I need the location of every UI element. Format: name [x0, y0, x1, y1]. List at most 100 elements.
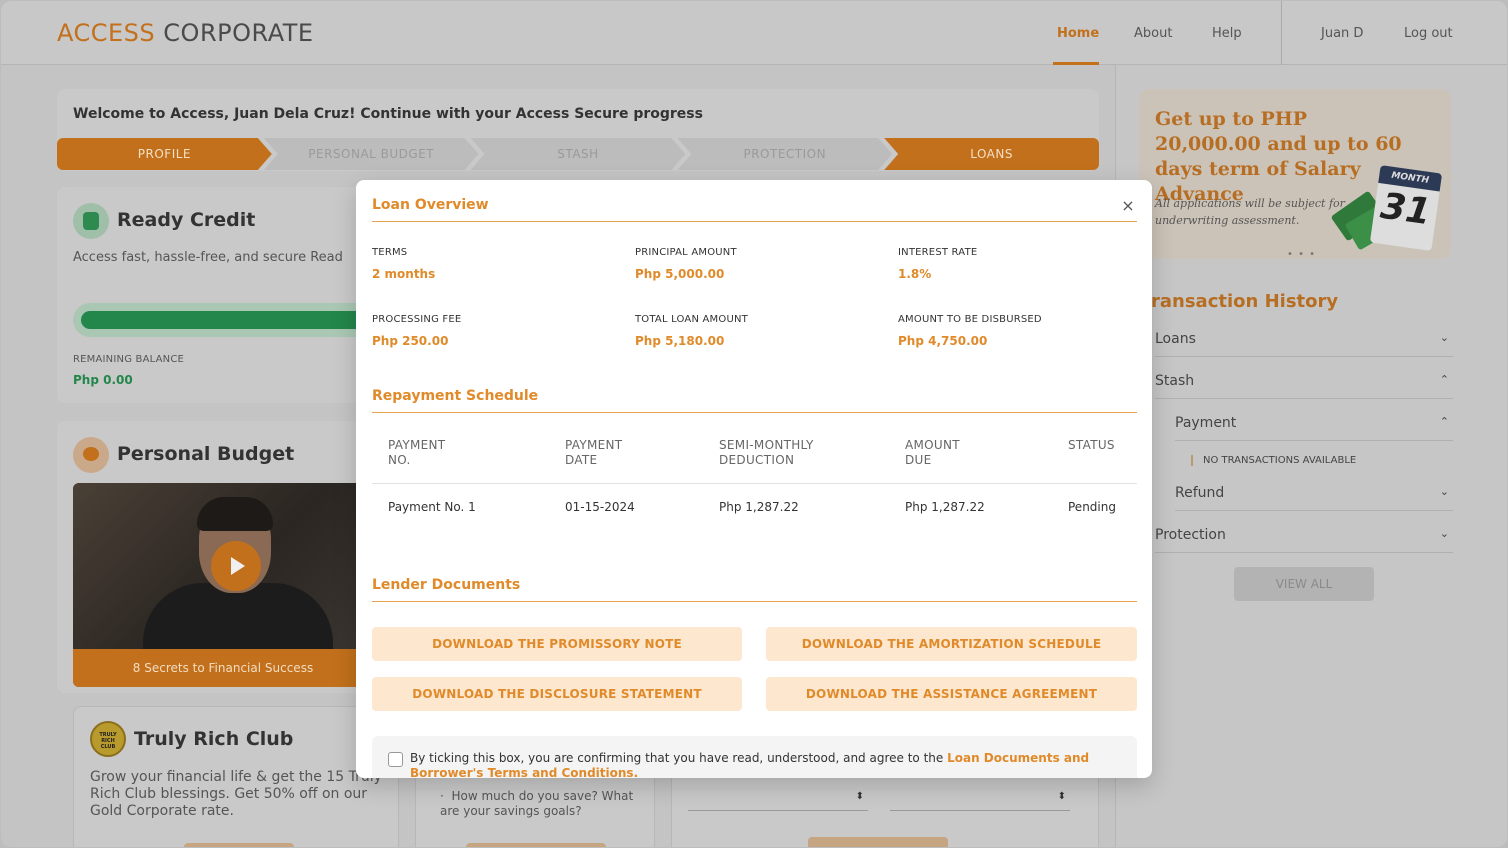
personal-budget-title: Personal Budget [117, 443, 295, 465]
nav-help[interactable]: Help [1212, 26, 1242, 41]
col-payment-date-line2: DATE [565, 453, 598, 467]
step-profile[interactable]: PROFILE [57, 138, 272, 170]
savings-goal-text: How much do you save? What are your savi… [440, 789, 634, 818]
savings-card-button[interactable] [466, 843, 606, 847]
no-transactions-message: NO TRANSACTIONS AVAILABLE [1191, 455, 1356, 466]
budget-form-button[interactable] [808, 837, 948, 847]
accordion-loans[interactable]: Loans ⌄ [1155, 323, 1453, 357]
chevron-up-icon: ⌃ [1439, 415, 1449, 428]
progress-card: Welcome to Access, Juan Dela Cruz! Conti… [57, 89, 1099, 171]
download-promissory-note-button[interactable]: DOWNLOAD THE PROMISSORY NOTE [372, 627, 742, 661]
step-stash[interactable]: STASH [471, 138, 686, 170]
step-loans[interactable]: LOANS [884, 138, 1099, 170]
view-all-button[interactable]: VIEW ALL [1234, 567, 1374, 601]
interest-value: 1.8% [898, 267, 932, 281]
divider [372, 412, 1137, 413]
select-left[interactable]: ⬍ [688, 787, 868, 811]
terms-agreement-box: By ticking this box, you are confirming … [372, 736, 1137, 778]
step-personal-budget[interactable]: PERSONAL BUDGET [264, 138, 479, 170]
play-icon[interactable] [211, 541, 261, 591]
truly-rich-club-card: TRULY RICH CLUB Truly Rich Club Grow you… [73, 706, 399, 847]
savings-goal-bullet: · How much do you save? What are your sa… [440, 789, 640, 819]
principal-label: PRINCIPAL AMOUNT [635, 247, 737, 258]
nav-about[interactable]: About [1134, 26, 1172, 41]
truly-rich-club-button[interactable] [184, 843, 294, 847]
accordion-refund-label: Refund [1175, 485, 1225, 501]
step-protection[interactable]: PROTECTION [677, 138, 892, 170]
credit-progress-track [73, 303, 377, 337]
cell-deduction: Php 1,287.22 [719, 500, 799, 514]
download-assistance-agreement-button[interactable]: DOWNLOAD THE ASSISTANCE AGREEMENT [766, 677, 1137, 711]
col-semi-monthly-line2: DEDUCTION [719, 453, 795, 467]
close-icon[interactable]: × [1118, 196, 1138, 216]
processing-fee-label: PROCESSING FEE [372, 314, 462, 325]
col-payment-date-line1: PAYMENT [565, 438, 623, 452]
terms-label: TERMS [372, 247, 408, 258]
terms-checkbox[interactable] [388, 752, 403, 767]
calendar-day: 31 [1378, 185, 1434, 234]
col-amount-due: AMOUNT DUE [905, 438, 960, 468]
download-disclosure-statement-button[interactable]: DOWNLOAD THE DISCLOSURE STATEMENT [372, 677, 742, 711]
nav-divider [1281, 1, 1282, 65]
total-loan-label: TOTAL LOAN AMOUNT [635, 314, 748, 325]
bullet-dot: · [440, 789, 452, 803]
video-thumbnail [73, 483, 373, 663]
coins-icon [73, 203, 109, 239]
select-right[interactable]: ⬍ [890, 787, 1070, 811]
col-amount-due-line2: DUE [905, 453, 932, 467]
thumbnail-person-hair [197, 497, 273, 531]
principal-value: Php 5,000.00 [635, 267, 725, 281]
select-right-arrow-icon: ⬍ [1057, 791, 1066, 802]
cell-amount-due: Php 1,287.22 [905, 500, 985, 514]
progress-steps: PROFILE PERSONAL BUDGET STASH PROTECTION… [57, 138, 1099, 170]
select-left-arrow-icon: ⬍ [855, 791, 864, 802]
logo-rest: CORPORATE [163, 19, 314, 47]
logout-link[interactable]: Log out [1404, 26, 1453, 41]
total-loan-value: Php 5,180.00 [635, 334, 725, 348]
repayment-schedule-title: Repayment Schedule [372, 388, 539, 404]
remaining-balance-value: Php 0.00 [73, 373, 133, 387]
col-semi-monthly-line1: SEMI-MONTHLY [719, 438, 814, 452]
terms-agreement-text: By ticking this box, you are confirming … [410, 751, 1120, 778]
interest-label: INTEREST RATE [898, 247, 978, 258]
col-status: STATUS [1068, 438, 1115, 453]
brand-logo[interactable]: ACCESS CORPORATE [57, 19, 314, 47]
accordion-stash[interactable]: Stash ⌃ [1155, 365, 1453, 399]
col-semi-monthly: SEMI-MONTHLY DEDUCTION [719, 438, 814, 468]
divider [372, 601, 1137, 602]
accordion-protection[interactable]: Protection ⌄ [1155, 519, 1453, 553]
accordion-refund[interactable]: Refund ⌄ [1175, 477, 1453, 511]
truly-rich-club-title: Truly Rich Club [134, 728, 294, 750]
terms-value: 2 months [372, 267, 436, 281]
col-payment-no-line2: NO. [388, 453, 411, 467]
carousel-dots[interactable]: • • • [1287, 249, 1316, 259]
accordion-stash-label: Stash [1155, 373, 1195, 389]
cell-payment-date: 01-15-2024 [565, 500, 635, 514]
cell-payment-no: Payment No. 1 [388, 500, 476, 514]
cell-status: Pending [1068, 500, 1116, 514]
promo-banner[interactable]: Get up to PHP 20,000.00 and up to 60 day… [1139, 89, 1451, 259]
modal-title: Loan Overview [372, 197, 489, 213]
welcome-text: Welcome to Access, Juan Dela Cruz! Conti… [73, 106, 703, 122]
piggy-bank-icon [73, 437, 109, 473]
credit-progress-fill [81, 311, 369, 329]
download-amortization-schedule-button[interactable]: DOWNLOAD THE AMORTIZATION SCHEDULE [766, 627, 1137, 661]
col-payment-date: PAYMENT DATE [565, 438, 622, 468]
disbursed-label: AMOUNT TO BE DISBURSED [898, 314, 1042, 325]
loan-overview-modal: Loan Overview × TERMS 2 months PRINCIPAL… [356, 180, 1152, 778]
top-header: ACCESS CORPORATE Home About Help Juan D … [1, 1, 1507, 65]
user-name[interactable]: Juan D [1321, 26, 1363, 41]
col-amount-due-line1: AMOUNT [905, 438, 960, 452]
truly-rich-club-badge-icon: TRULY RICH CLUB [90, 721, 126, 757]
col-payment-no: PAYMENT NO. [388, 438, 445, 468]
accordion-payment-label: Payment [1175, 415, 1237, 431]
ready-credit-card: Ready Credit Access fast, hassle-free, a… [57, 187, 377, 403]
col-status-line1: STATUS [1068, 438, 1115, 452]
nav-home[interactable]: Home [1057, 26, 1099, 41]
video-player[interactable]: 8 Secrets to Financial Success [73, 483, 373, 687]
chevron-up-icon: ⌃ [1439, 373, 1449, 386]
disbursed-value: Php 4,750.00 [898, 334, 988, 348]
calendar-icon: MONTH 31 [1369, 165, 1443, 251]
accordion-payment[interactable]: Payment ⌃ [1175, 407, 1453, 441]
col-payment-no-line1: PAYMENT [388, 438, 446, 452]
